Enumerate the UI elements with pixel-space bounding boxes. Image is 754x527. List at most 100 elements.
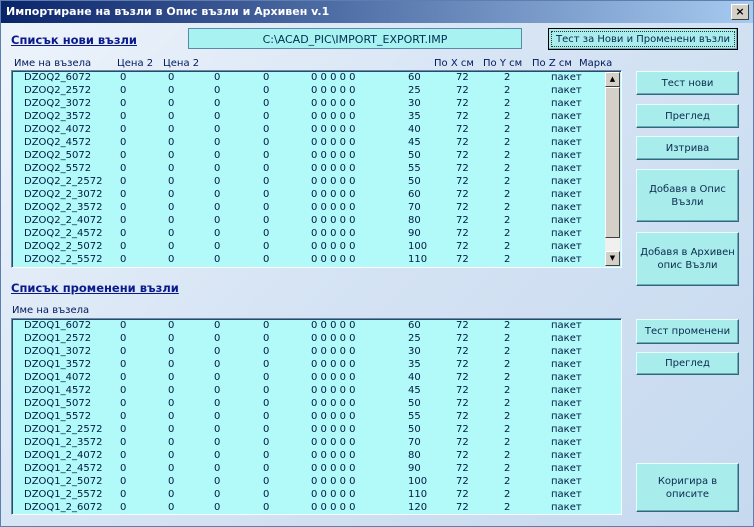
- cell-col4: 0: [263, 502, 270, 513]
- cell-x: 35: [408, 359, 421, 370]
- cell-flags: 0 0 0 0 0: [311, 111, 356, 122]
- cell-col3: 0: [214, 215, 221, 226]
- cell-x: 40: [408, 372, 421, 383]
- cell-price2: 0: [168, 254, 175, 265]
- cell-price1: 0: [120, 189, 127, 200]
- cell-name: DZOQ1_2_6072: [24, 502, 103, 513]
- cell-y: 72: [456, 489, 469, 500]
- cell-col4: 0: [263, 150, 270, 161]
- cell-flags: 0 0 0 0 0: [311, 346, 356, 357]
- cell-flags: 0 0 0 0 0: [311, 124, 356, 135]
- main-window: Импортиране на възли в Опис възли и Архи…: [0, 0, 754, 527]
- delete-button[interactable]: Изтрива: [636, 136, 739, 160]
- cell-price1: 0: [120, 398, 127, 409]
- cell-flags: 0 0 0 0 0: [311, 176, 356, 187]
- cell-name: DZOQ2_5072: [24, 150, 92, 161]
- cell-col4: 0: [263, 333, 270, 344]
- cell-col3: 0: [214, 85, 221, 96]
- new-nodes-list[interactable]: ▲ ▼ DZOQ2_6072 0 0 0 0 0 0 0 0 0 60 72 2 пакет DZO…: [11, 70, 622, 268]
- cell-col4: 0: [263, 398, 270, 409]
- cell-flags: 0 0 0 0 0: [311, 411, 356, 422]
- cell-col3: 0: [214, 124, 221, 135]
- cell-price1: 0: [120, 215, 127, 226]
- cell-price1: 0: [120, 476, 127, 487]
- cell-name: DZOQ2_2_3572: [24, 202, 103, 213]
- cell-col4: 0: [263, 372, 270, 383]
- scroll-thumb[interactable]: [605, 87, 620, 238]
- cell-y: 72: [456, 150, 469, 161]
- test-changed-button[interactable]: Тест променени: [636, 319, 739, 344]
- new-list-scrollbar[interactable]: ▲ ▼: [605, 72, 620, 266]
- cell-name: DZOQ2_2_2572: [24, 176, 103, 187]
- import-path-field[interactable]: C:\ACAD_PIC\IMPORT_EXPORT.IMP: [188, 28, 522, 49]
- cell-name: DZOQ1_2_5572: [24, 489, 103, 500]
- preview-changed-button[interactable]: Преглед: [636, 352, 739, 375]
- add-to-archive-button[interactable]: Добавя в Архивен опис Възли: [636, 232, 739, 286]
- cell-col3: 0: [214, 189, 221, 200]
- cell-price2: 0: [168, 189, 175, 200]
- scroll-down-arrow-icon[interactable]: ▼: [605, 251, 620, 266]
- cell-mark: пакет: [551, 111, 582, 122]
- cell-price1: 0: [120, 463, 127, 474]
- cell-z: 2: [504, 502, 511, 513]
- changed-header-name: Име на възела: [12, 305, 90, 316]
- cell-y: 72: [456, 228, 469, 239]
- test-new-changed-button[interactable]: Тест за Нови и Променени възли: [548, 28, 738, 50]
- cell-y: 72: [456, 241, 469, 252]
- cell-col3: 0: [214, 137, 221, 148]
- cell-y: 72: [456, 398, 469, 409]
- cell-y: 72: [456, 346, 469, 357]
- cell-price2: 0: [168, 372, 175, 383]
- cell-flags: 0 0 0 0 0: [311, 254, 356, 265]
- cell-z: 2: [504, 437, 511, 448]
- cell-price1: 0: [120, 411, 127, 422]
- cell-name: DZOQ2_2_3072: [24, 189, 103, 200]
- window-title: Импортиране на възли в Опис възли и Архи…: [6, 5, 330, 18]
- scroll-up-arrow-icon[interactable]: ▲: [605, 72, 620, 87]
- correct-lists-button[interactable]: Коригира в описите: [636, 463, 739, 512]
- cell-z: 2: [504, 163, 511, 174]
- changed-nodes-list[interactable]: DZOQ1_6072 0 0 0 0 0 0 0 0 0 60 72 2 пакет DZOQ1_2…: [11, 318, 622, 515]
- cell-col3: 0: [214, 72, 221, 83]
- cell-price2: 0: [168, 137, 175, 148]
- cell-x: 80: [408, 215, 421, 226]
- cell-name: DZOQ1_6072: [24, 320, 92, 331]
- cell-y: 72: [456, 189, 469, 200]
- cell-price1: 0: [120, 163, 127, 174]
- cell-price2: 0: [168, 176, 175, 187]
- cell-x: 35: [408, 111, 421, 122]
- cell-col3: 0: [214, 372, 221, 383]
- cell-x: 50: [408, 150, 421, 161]
- cell-price1: 0: [120, 241, 127, 252]
- cell-col3: 0: [214, 241, 221, 252]
- preview-new-button[interactable]: Преглед: [636, 104, 739, 128]
- cell-price2: 0: [168, 202, 175, 213]
- title-bar[interactable]: Импортиране на възли в Опис възли и Архи…: [1, 1, 753, 23]
- cell-x: 90: [408, 463, 421, 474]
- cell-col4: 0: [263, 176, 270, 187]
- cell-y: 72: [456, 111, 469, 122]
- cell-price2: 0: [168, 476, 175, 487]
- cell-price2: 0: [168, 333, 175, 344]
- cell-mark: пакет: [551, 398, 582, 409]
- cell-z: 2: [504, 333, 511, 344]
- cell-mark: пакет: [551, 476, 582, 487]
- cell-col3: 0: [214, 450, 221, 461]
- cell-price2: 0: [168, 124, 175, 135]
- cell-price1: 0: [120, 202, 127, 213]
- cell-col3: 0: [214, 163, 221, 174]
- cell-x: 45: [408, 137, 421, 148]
- cell-col4: 0: [263, 85, 270, 96]
- close-button[interactable]: ×: [731, 4, 749, 20]
- cell-mark: пакет: [551, 98, 582, 109]
- cell-x: 40: [408, 124, 421, 135]
- cell-flags: 0 0 0 0 0: [311, 398, 356, 409]
- cell-col4: 0: [263, 111, 270, 122]
- cell-price1: 0: [120, 228, 127, 239]
- cell-col3: 0: [214, 228, 221, 239]
- test-new-button[interactable]: Тест нови: [636, 71, 739, 95]
- changed-list-title: Списък променени възли: [11, 281, 179, 295]
- add-to-list-button[interactable]: Добавя в Опис Възли: [636, 169, 739, 222]
- cell-name: DZOQ2_2_5072: [24, 241, 103, 252]
- cell-y: 72: [456, 411, 469, 422]
